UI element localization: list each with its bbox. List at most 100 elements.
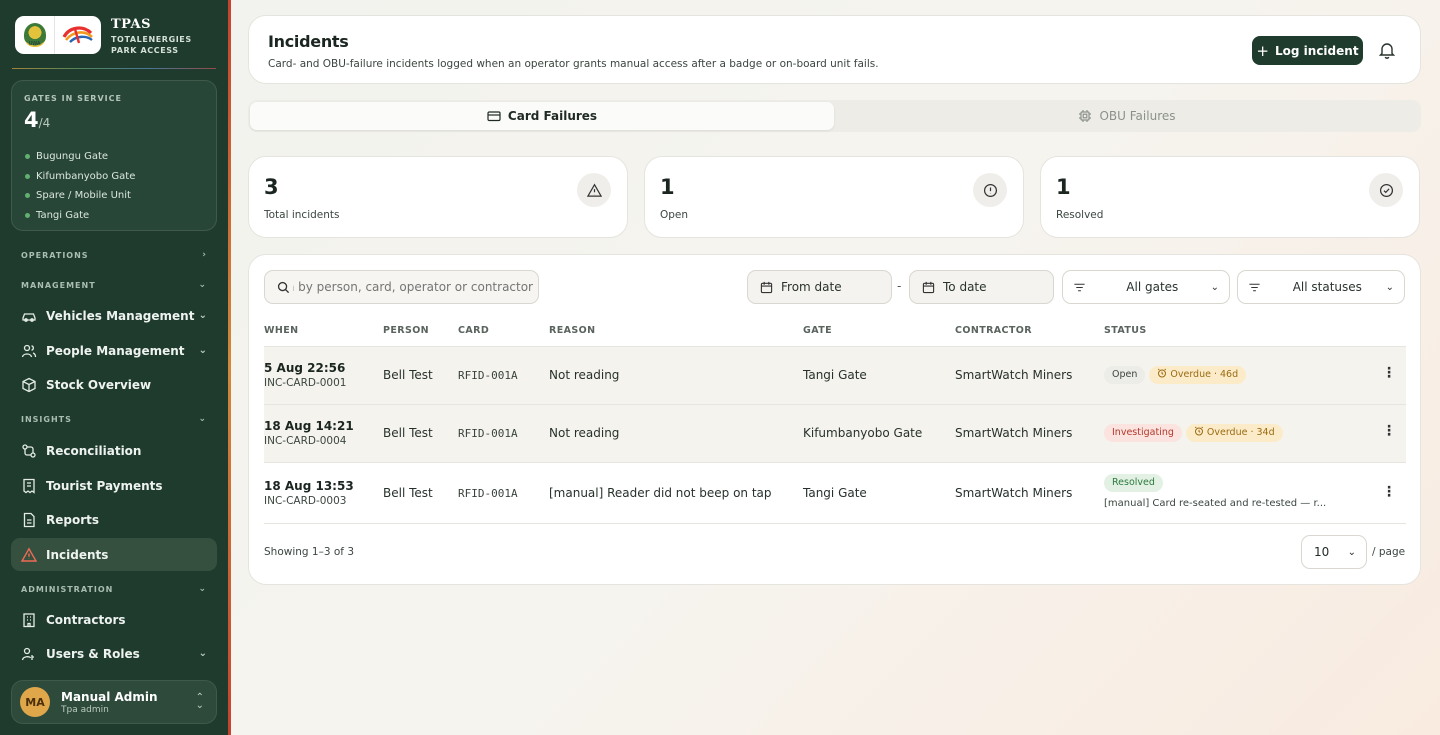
filter-icon (1074, 283, 1085, 291)
user-name: Manual Admin (61, 689, 158, 704)
status-cell: Resolved [manual] Card re-seated and re-… (1104, 474, 1326, 509)
table-row[interactable]: 5 Aug 22:56 INC-CARD-0001 Bell Test RFID-… (264, 346, 1406, 404)
chevron-down-icon: ⌄ (198, 310, 207, 321)
bell-icon[interactable] (1377, 40, 1397, 60)
table-row[interactable]: 18 Aug 13:53 INC-CARD-0003 Bell Test RFID… (264, 462, 1406, 524)
stat-open: 1 Open (644, 156, 1024, 238)
col-reason[interactable]: REASON (549, 325, 595, 336)
chevron-down-icon: ⌄ (1210, 281, 1219, 293)
sidebar-item-vehicles[interactable]: Vehicles Management ⌄ (11, 299, 217, 332)
brand-logo[interactable]: UWA (15, 16, 101, 54)
building-icon (23, 612, 35, 627)
section-insights[interactable]: INSIGHTS ⌄ (21, 414, 207, 424)
section-administration[interactable]: ADMINISTRATION ⌄ (21, 584, 207, 594)
status-filter-select[interactable]: All statuses ⌄ (1237, 270, 1405, 304)
chevron-down-icon: ⌄ (198, 345, 207, 356)
gate-item: Tangi Gate (25, 206, 135, 226)
incidents-panel: From date - To date All gates⌄ All statu… (248, 254, 1421, 585)
chevron-down-icon: ⌄ (198, 584, 207, 594)
package-icon (22, 377, 36, 392)
status-badge: Investigating (1104, 424, 1182, 442)
status-cell: Open Overdue · 46d (1104, 366, 1250, 384)
from-date-picker[interactable]: From date (747, 270, 892, 304)
status-cell: Investigating Overdue · 34d (1104, 424, 1287, 442)
alert-circle-icon (973, 173, 1007, 207)
user-menu[interactable]: MA Manual Admin Tpa admin ⌃ ⌄ (11, 680, 217, 724)
incident-type-tabs: Card Failures OBU Failures (248, 100, 1421, 132)
status-dot-icon (25, 173, 30, 179)
sidebar-item-incidents[interactable]: Incidents (11, 538, 217, 571)
users-icon (21, 344, 37, 357)
brand-subtitle: TOTALENERGIES PARK ACCESS (111, 35, 192, 55)
row-actions-icon[interactable]: ⋮ (1382, 423, 1396, 439)
chip-icon (1079, 110, 1092, 122)
uwa-logo: UWA (15, 16, 55, 54)
col-when[interactable]: WHEN (264, 325, 298, 336)
tab-card-failures[interactable]: Card Failures (250, 102, 834, 130)
page-title: Incidents (268, 32, 349, 51)
car-icon (22, 312, 36, 322)
pagination-summary: Showing 1–3 of 3 (264, 546, 354, 558)
section-management[interactable]: MANAGEMENT ⌄ (21, 280, 207, 290)
section-operations[interactable]: OPERATIONS › (21, 250, 207, 260)
col-card[interactable]: CARD (458, 325, 489, 336)
sidebar-item-people[interactable]: People Management ⌄ (11, 334, 217, 367)
sidebar-item-reconciliation[interactable]: Reconciliation (11, 434, 217, 467)
calendar-icon (760, 281, 773, 293)
search-icon (277, 281, 290, 293)
user-role: Tpa admin (61, 704, 109, 715)
gate-item: Bugungu Gate (25, 147, 135, 167)
sidebar-item-users-roles[interactable]: Users & Roles ⌄ (11, 637, 217, 670)
gate-item: Kifumbanyobo Gate (25, 167, 135, 187)
col-status[interactable]: STATUS (1104, 325, 1147, 336)
sidebar-item-stock[interactable]: Stock Overview (11, 368, 217, 401)
status-badge: Open (1104, 366, 1146, 384)
search-box (264, 270, 539, 304)
sidebar-accent-edge (228, 0, 231, 735)
status-dot-icon (25, 193, 30, 199)
page-header: Incidents Card- and OBU-failure incident… (248, 15, 1421, 84)
gates-list: Bugungu Gate Kifumbanyobo Gate Spare / M… (25, 147, 135, 225)
receipt-icon (23, 478, 35, 494)
alert-triangle-icon (577, 173, 611, 207)
alert-triangle-icon (21, 546, 37, 562)
plus-icon: + (1256, 41, 1269, 60)
resolution-note: [manual] Card re-seated and re-tested — … (1104, 498, 1327, 509)
filter-icon (1249, 283, 1260, 291)
to-date-picker[interactable]: To date (909, 270, 1054, 304)
log-incident-button[interactable]: + Log incident (1252, 36, 1363, 65)
status-dot-icon (25, 212, 30, 218)
chevron-down-icon: ⌄ (1385, 281, 1394, 293)
col-contractor[interactable]: CONTRACTOR (955, 325, 1032, 336)
gate-filter-select[interactable]: All gates ⌄ (1062, 270, 1230, 304)
page-size-select[interactable]: 10 ⌄ (1301, 535, 1367, 569)
calendar-icon (922, 281, 935, 293)
per-page-label: / page (1372, 546, 1406, 558)
reconcile-icon (22, 443, 36, 458)
sidebar-item-reports[interactable]: Reports (11, 503, 217, 536)
gates-in-service-card: GATES IN SERVICE 4/4 Bugungu Gate Kifumb… (11, 80, 217, 231)
col-gate[interactable]: GATE (803, 325, 832, 336)
row-actions-icon[interactable]: ⋮ (1382, 365, 1396, 381)
page-subtitle: Card- and OBU-failure incidents logged w… (268, 58, 879, 70)
col-person[interactable]: PERSON (383, 325, 429, 336)
table-row[interactable]: 18 Aug 14:21 INC-CARD-0004 Bell Test RFID… (264, 404, 1406, 462)
chevron-down-icon: ⌄ (198, 648, 207, 659)
credit-card-icon (487, 111, 501, 122)
chevron-right-icon: › (202, 250, 207, 260)
tab-obu-failures[interactable]: OBU Failures (835, 102, 1419, 130)
sidebar-item-contractors[interactable]: Contractors (11, 603, 217, 636)
status-dot-icon (25, 154, 30, 160)
gate-item: Spare / Mobile Unit (25, 186, 135, 206)
chevron-down-icon: ⌄ (198, 280, 207, 290)
search-input[interactable] (293, 280, 533, 294)
totalenergies-logo (55, 16, 101, 54)
row-actions-icon[interactable]: ⋮ (1382, 484, 1396, 500)
gates-caption: GATES IN SERVICE (24, 94, 122, 103)
check-circle-icon (1369, 173, 1403, 207)
overdue-badge: Overdue · 34d (1185, 424, 1283, 442)
sidebar-item-tourist-payments[interactable]: Tourist Payments (11, 469, 217, 502)
chevron-down-icon: ⌄ (198, 414, 207, 424)
chevron-down-icon: ⌄ (1347, 546, 1356, 558)
sidebar: UWA TPAS TOTALENERGIES PARK ACCESS GATES… (0, 0, 228, 735)
